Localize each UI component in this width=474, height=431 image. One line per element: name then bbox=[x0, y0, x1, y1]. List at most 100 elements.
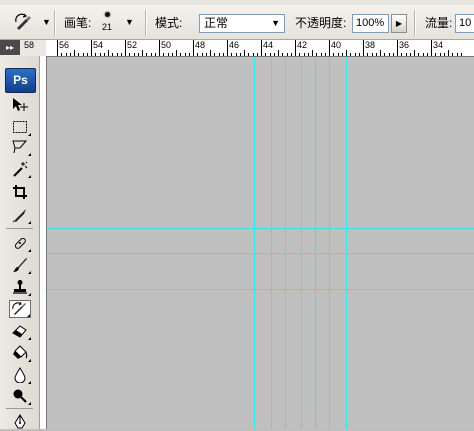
ruler-tick bbox=[282, 53, 283, 56]
ruler-tick bbox=[70, 53, 71, 56]
guide-horizontal[interactable] bbox=[47, 289, 474, 290]
ruler-tick bbox=[146, 53, 147, 56]
ruler-tick bbox=[376, 53, 377, 56]
ruler-tick bbox=[87, 53, 88, 56]
ruler-tick bbox=[206, 53, 207, 56]
brush-tool[interactable] bbox=[9, 256, 31, 274]
vertical-ruler[interactable] bbox=[39, 56, 47, 429]
slice-tool[interactable] bbox=[9, 206, 31, 224]
divider bbox=[414, 10, 416, 36]
dodge-icon bbox=[13, 389, 27, 403]
ruler-tick bbox=[291, 53, 292, 56]
flow-field[interactable]: 10 bbox=[455, 14, 474, 33]
clone-stamp-tool[interactable] bbox=[9, 278, 31, 296]
ruler-tick bbox=[418, 53, 419, 56]
ruler-tick bbox=[440, 53, 441, 56]
ruler-tick bbox=[219, 53, 220, 56]
crop-tool[interactable] bbox=[9, 183, 31, 201]
brush-picker-dropdown[interactable]: ▼ bbox=[125, 5, 134, 39]
mode-select[interactable]: 正常 ▼ bbox=[199, 14, 285, 33]
healing-brush-tool[interactable] bbox=[9, 234, 31, 252]
ruler-tick bbox=[338, 53, 339, 56]
document-canvas[interactable] bbox=[47, 57, 474, 429]
ruler-tick bbox=[410, 53, 411, 56]
ruler-tick bbox=[367, 53, 368, 56]
ruler-tick bbox=[134, 53, 135, 56]
ruler-tick bbox=[423, 53, 424, 56]
ruler-tick bbox=[180, 53, 181, 56]
ruler-tick bbox=[329, 40, 330, 56]
guide-vertical[interactable] bbox=[315, 57, 316, 429]
lasso-tool[interactable] bbox=[9, 138, 31, 156]
ruler-tick bbox=[274, 53, 275, 56]
horizontal-ruler[interactable]: 56 54 52 50 48 46 44 42 40 38 36 34 bbox=[46, 40, 474, 57]
tool-preset-picker[interactable]: ▼ bbox=[14, 5, 51, 39]
ruler-tick bbox=[257, 53, 258, 56]
toolbox-separator bbox=[6, 228, 33, 229]
ruler-tick bbox=[435, 53, 436, 56]
ruler-tick bbox=[142, 50, 143, 56]
guide-vertical[interactable] bbox=[329, 57, 330, 429]
move-tool[interactable] bbox=[9, 96, 31, 114]
ruler-tick bbox=[193, 40, 194, 56]
paint-bucket-tool[interactable] bbox=[9, 344, 31, 362]
opacity-label-text: 不透明度: bbox=[295, 15, 347, 30]
ruler-tick bbox=[401, 53, 402, 56]
ruler-tick bbox=[461, 53, 462, 56]
pen-tool[interactable] bbox=[9, 413, 31, 431]
guide-vertical[interactable] bbox=[285, 57, 286, 429]
stamp-icon bbox=[13, 280, 27, 294]
ruler-tick bbox=[74, 50, 75, 56]
ruler-label: 36 bbox=[399, 40, 410, 50]
mode-label: 模式: bbox=[155, 5, 182, 39]
flow-label-text: 流量: bbox=[425, 15, 453, 30]
history-brush-tool[interactable] bbox=[9, 300, 31, 318]
guide-vertical[interactable] bbox=[254, 57, 255, 429]
guide-horizontal[interactable] bbox=[47, 253, 474, 254]
ruler-label: 38 bbox=[365, 40, 376, 50]
ruler-tick bbox=[227, 40, 228, 56]
divider bbox=[54, 10, 56, 36]
ruler-label: 46 bbox=[229, 40, 240, 50]
marquee-tool[interactable] bbox=[9, 118, 31, 136]
ruler-tick bbox=[240, 53, 241, 56]
blur-tool[interactable] bbox=[9, 366, 31, 384]
ruler-tick bbox=[444, 53, 445, 56]
ruler-tick bbox=[236, 53, 237, 56]
brush-picker[interactable]: 21 bbox=[102, 5, 112, 39]
history-brush-icon bbox=[12, 302, 26, 315]
dodge-tool[interactable] bbox=[9, 387, 31, 405]
ruler-tick bbox=[231, 53, 232, 56]
ruler-label: 34 bbox=[433, 40, 444, 50]
opacity-slider-button[interactable]: ▶ bbox=[391, 14, 407, 33]
guide-vertical[interactable] bbox=[301, 57, 302, 429]
ruler-tick bbox=[125, 40, 126, 56]
ruler-label: 50 bbox=[161, 40, 172, 50]
ruler-tick bbox=[265, 53, 266, 56]
flow-label: 流量: bbox=[425, 5, 452, 39]
eraser-tool[interactable] bbox=[9, 322, 31, 340]
photoshop-logo[interactable]: Ps bbox=[5, 68, 36, 93]
brush-icon bbox=[13, 258, 27, 272]
toolbox: Ps bbox=[0, 56, 40, 429]
ruler-tick bbox=[57, 40, 58, 56]
toolbox-grip[interactable]: ▸▸ bbox=[0, 40, 20, 55]
ruler-tick bbox=[312, 50, 313, 56]
guide-vertical[interactable] bbox=[271, 57, 272, 429]
ruler-tick bbox=[350, 53, 351, 56]
guide-horizontal[interactable] bbox=[47, 228, 474, 229]
paint-bucket-icon bbox=[13, 345, 28, 359]
opacity-field[interactable]: 100% bbox=[352, 14, 389, 33]
opacity-label: 不透明度: bbox=[295, 5, 346, 39]
magic-wand-tool[interactable] bbox=[9, 160, 31, 178]
crop-icon bbox=[13, 185, 27, 199]
guide-vertical[interactable] bbox=[346, 57, 347, 429]
ruler-tick bbox=[104, 53, 105, 56]
ruler-tick bbox=[66, 53, 67, 56]
ruler-tick bbox=[414, 50, 415, 56]
ruler-label: 44 bbox=[263, 40, 274, 50]
ruler-tick bbox=[406, 53, 407, 56]
ruler-corner-label: 58 bbox=[24, 40, 35, 50]
ruler-tick bbox=[185, 53, 186, 56]
ruler-tick bbox=[299, 53, 300, 56]
